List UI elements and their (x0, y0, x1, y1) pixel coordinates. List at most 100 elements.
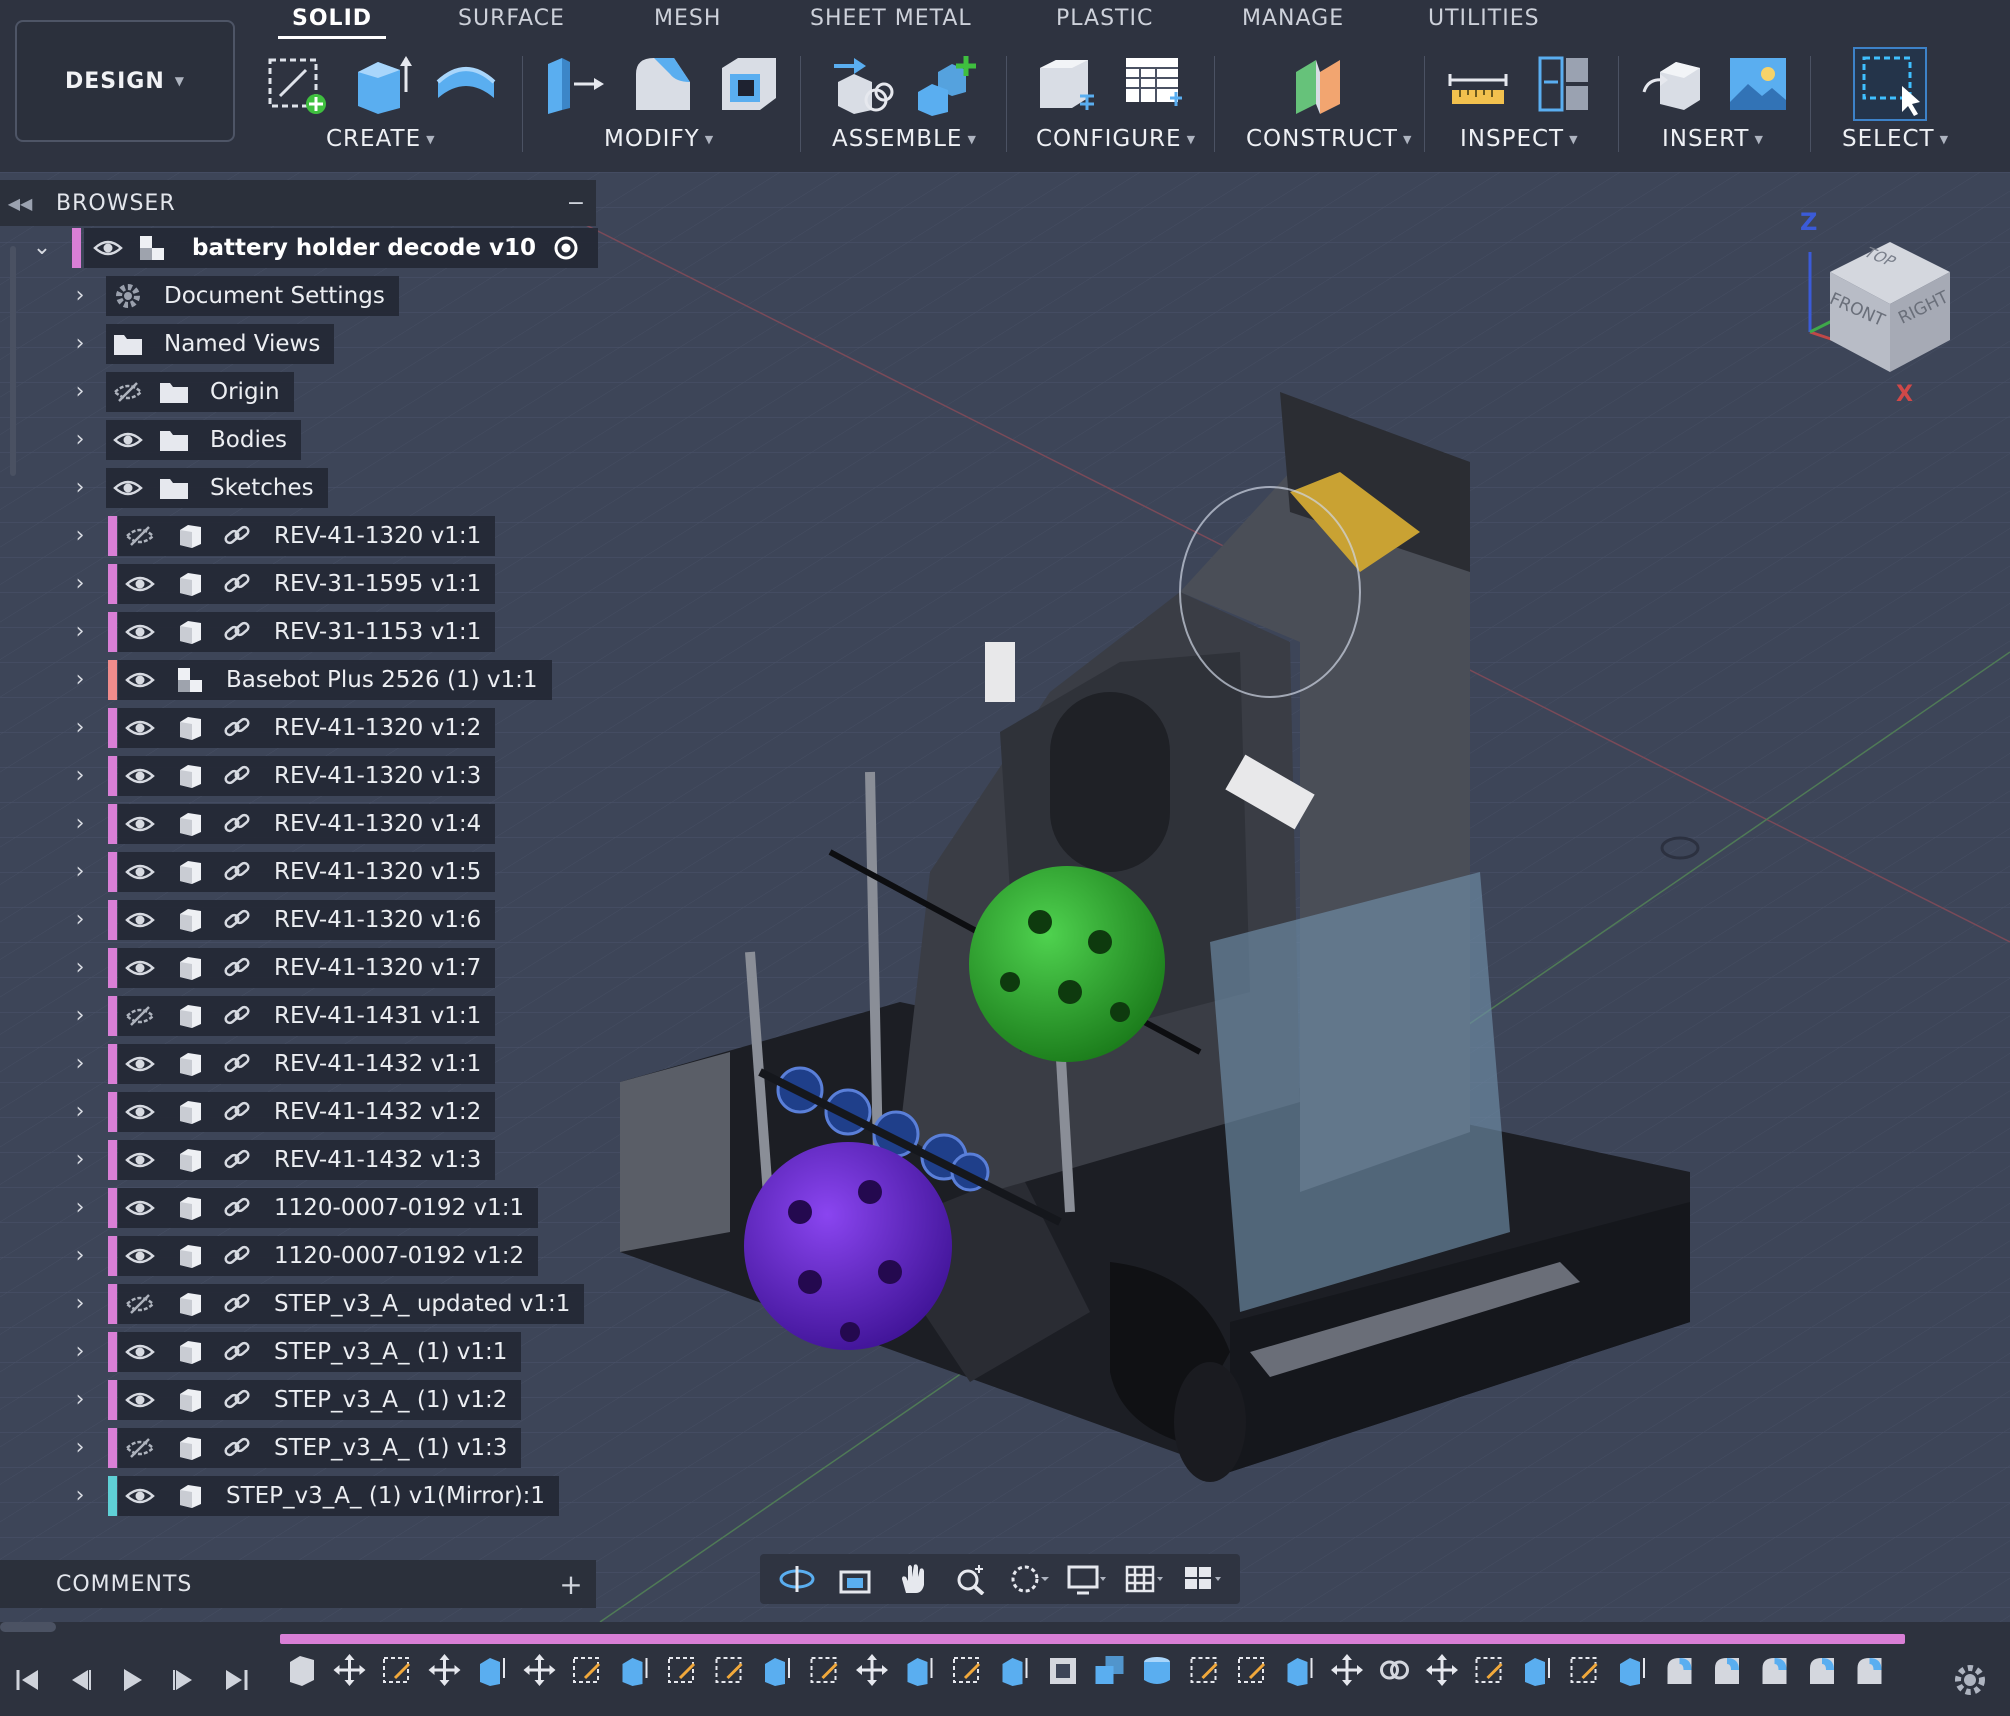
eye-hidden-icon[interactable] (122, 1286, 158, 1322)
extrude-feature-icon[interactable] (1002, 1658, 1028, 1686)
sketch-feature-icon[interactable] (953, 1657, 981, 1683)
tab-solid[interactable]: SOLID (277, 6, 387, 39)
eye-icon[interactable] (122, 614, 158, 650)
browser-item[interactable]: › REV-41-1320 v1:2 (0, 704, 600, 752)
create-menu[interactable]: CREATE ▼ (326, 126, 436, 152)
chevron-right-icon[interactable]: › (68, 1100, 92, 1124)
fillet-feature-icon[interactable] (1857, 1658, 1882, 1684)
move-feature-icon[interactable] (428, 1654, 461, 1686)
browser-item[interactable]: › REV-41-1432 v1:3 (0, 1136, 600, 1184)
chevron-right-icon[interactable]: › (68, 956, 92, 980)
eye-icon[interactable] (122, 758, 158, 794)
section-analysis-icon[interactable] (1532, 52, 1596, 116)
browser-item[interactable]: › STEP_v3_A_ (1) v1:3 (0, 1424, 600, 1472)
zoom-icon[interactable] (949, 1559, 993, 1599)
eye-icon[interactable] (122, 950, 158, 986)
eye-icon[interactable] (122, 1334, 158, 1370)
browser-item[interactable]: › REV-41-1431 v1:1 (0, 992, 600, 1040)
sketch-feature-icon[interactable] (1190, 1657, 1218, 1683)
chevron-right-icon[interactable]: › (68, 1244, 92, 1268)
browser-item[interactable]: › REV-41-1320 v1:4 (0, 800, 600, 848)
joint-icon[interactable] (830, 52, 894, 116)
browser-item[interactable]: › Named Views (0, 320, 600, 368)
workspace-switcher-button[interactable]: DESIGN ▼ (15, 20, 235, 142)
construct-plane-icon[interactable] (1290, 52, 1354, 116)
chevron-right-icon[interactable]: › (68, 332, 92, 356)
construct-menu[interactable]: CONSTRUCT ▼ (1246, 126, 1412, 152)
component-feature-icon[interactable] (290, 1656, 314, 1686)
extrude-feature-icon[interactable] (480, 1658, 505, 1686)
look-at-icon[interactable] (833, 1559, 877, 1599)
chevron-right-icon[interactable]: › (68, 716, 92, 740)
cylinder-feature-icon[interactable] (1144, 1657, 1170, 1684)
create-sketch-icon[interactable] (266, 52, 330, 116)
chevron-right-icon[interactable]: › (68, 1436, 92, 1460)
sketch-feature-icon[interactable] (1475, 1657, 1503, 1683)
play-icon[interactable] (112, 1660, 152, 1700)
move-feature-icon[interactable] (333, 1654, 366, 1686)
eye-icon[interactable] (122, 1190, 158, 1226)
eye-icon[interactable] (122, 902, 158, 938)
browser-item[interactable]: › Basebot Plus 2526 (1) v1:1 (0, 656, 600, 704)
eye-icon[interactable] (122, 854, 158, 890)
timeline-scrollbar[interactable] (0, 1622, 56, 1632)
browser-item[interactable]: › STEP_v3_A_ (1) v1:1 (0, 1328, 600, 1376)
chevron-right-icon[interactable]: › (68, 1292, 92, 1316)
sketch-feature-icon[interactable] (1238, 1657, 1266, 1683)
chevron-right-icon[interactable]: › (68, 476, 92, 500)
eye-hidden-icon[interactable] (122, 998, 158, 1034)
fillet-icon[interactable] (630, 52, 694, 116)
tab-surface[interactable]: SURFACE (458, 6, 565, 31)
fillet-feature-icon[interactable] (1667, 1658, 1692, 1684)
extrude-feature-icon[interactable] (907, 1658, 933, 1686)
chevron-right-icon[interactable]: › (68, 1148, 92, 1172)
shell-feature-icon[interactable] (1050, 1658, 1076, 1684)
fillet-feature-icon[interactable] (1762, 1658, 1787, 1684)
configure-table-icon[interactable] (1120, 52, 1184, 116)
eye-icon[interactable] (122, 662, 158, 698)
chevron-right-icon[interactable]: › (68, 1340, 92, 1364)
minimize-browser-button[interactable]: − (556, 191, 596, 216)
chevron-right-icon[interactable]: › (68, 860, 92, 884)
new-component-icon[interactable] (914, 52, 978, 116)
activate-radio-icon[interactable] (548, 230, 584, 266)
browser-item[interactable]: › REV-41-1320 v1:1 (0, 512, 600, 560)
chevron-right-icon[interactable]: › (68, 524, 92, 548)
go-to-end-icon[interactable] (216, 1660, 256, 1700)
extrude-feature-icon[interactable] (622, 1658, 648, 1686)
joint-feature-icon[interactable] (1380, 1660, 1409, 1680)
eye-icon[interactable] (110, 422, 146, 458)
eye-icon[interactable] (122, 1382, 158, 1418)
go-to-start-icon[interactable] (8, 1660, 48, 1700)
browser-item[interactable]: › Bodies (0, 416, 600, 464)
browser-item[interactable]: › REV-41-1432 v1:2 (0, 1088, 600, 1136)
chevron-right-icon[interactable]: › (68, 1484, 92, 1508)
chevron-down-icon[interactable]: ⌄ (30, 236, 54, 260)
sketch-feature-icon[interactable] (383, 1657, 411, 1683)
browser-item[interactable]: › REV-41-1320 v1:3 (0, 752, 600, 800)
sketch-feature-icon[interactable] (668, 1657, 696, 1683)
measure-icon[interactable] (1446, 52, 1510, 116)
assemble-menu[interactable]: ASSEMBLE ▼ (832, 126, 977, 152)
eye-icon[interactable] (90, 230, 126, 266)
sketch-feature-icon[interactable] (1570, 1657, 1598, 1683)
browser-item[interactable]: › REV-41-1320 v1:6 (0, 896, 600, 944)
timeline-settings-gear-icon[interactable] (1950, 1660, 1990, 1700)
chevron-right-icon[interactable]: › (68, 764, 92, 788)
step-back-icon[interactable] (60, 1660, 100, 1700)
sketch-feature-icon[interactable] (573, 1657, 601, 1683)
eye-icon[interactable] (122, 1142, 158, 1178)
fillet-feature-icon[interactable] (1715, 1658, 1739, 1684)
fillet-feature-icon[interactable] (1810, 1658, 1834, 1684)
eye-icon[interactable] (122, 566, 158, 602)
tab-manage[interactable]: MANAGE (1242, 6, 1344, 31)
insert-derive-icon[interactable] (1640, 52, 1704, 116)
browser-item[interactable]: › STEP_v3_A_ (1) v1(Mirror):1 (0, 1472, 600, 1520)
chevron-right-icon[interactable]: › (68, 812, 92, 836)
select-icon[interactable] (1852, 46, 1928, 122)
chevron-right-icon[interactable]: › (68, 620, 92, 644)
tab-utilities[interactable]: UTILITIES (1428, 6, 1540, 31)
modify-menu[interactable]: MODIFY ▼ (604, 126, 714, 152)
eye-icon[interactable] (122, 806, 158, 842)
browser-item[interactable]: › STEP_v3_A_ (1) v1:2 (0, 1376, 600, 1424)
